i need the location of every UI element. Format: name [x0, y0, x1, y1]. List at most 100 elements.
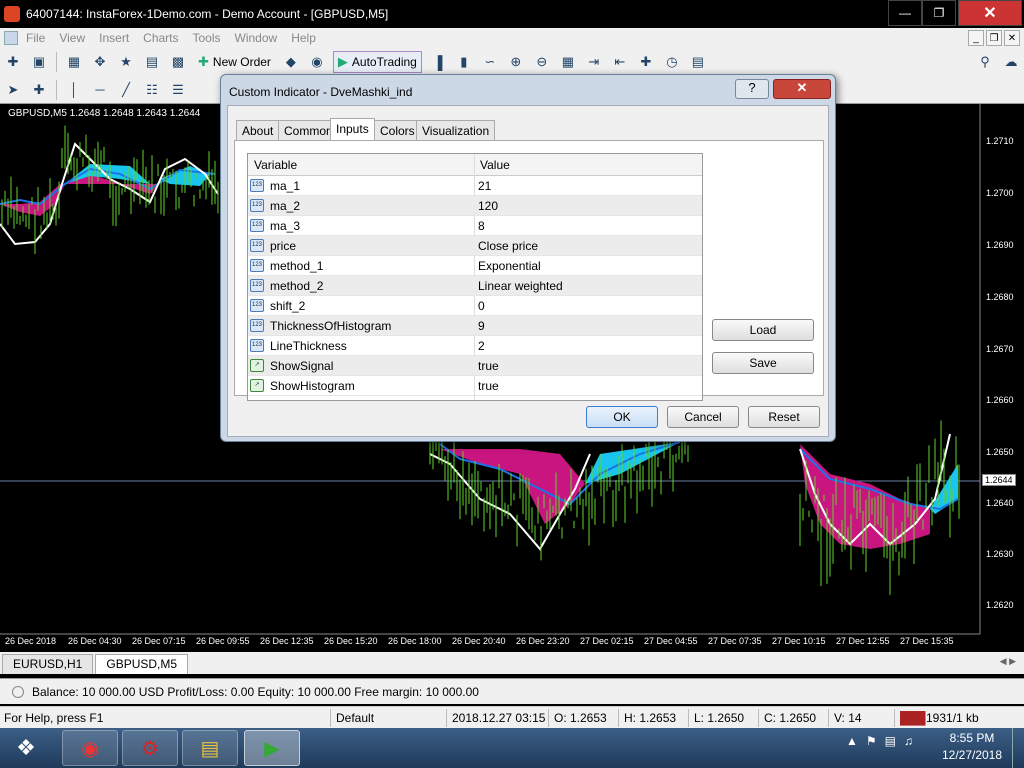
minimize-button[interactable]: — — [888, 0, 922, 26]
menu-tools[interactable]: Tools — [193, 31, 221, 45]
param-value[interactable]: 9 — [478, 319, 485, 333]
metaeditor-icon[interactable]: ◆ — [281, 52, 301, 72]
param-row[interactable]: 123 price Close price — [248, 236, 702, 256]
param-value[interactable]: true — [478, 359, 499, 373]
templates-icon[interactable]: ▤ — [688, 52, 708, 72]
chart-tab-gbpusd[interactable]: GBPUSD,M5 — [95, 654, 189, 674]
connection-icon[interactable]: ███ — [900, 711, 926, 725]
volume-icon[interactable]: ♫ — [904, 734, 913, 748]
doc-close-button[interactable]: ✕ — [1004, 30, 1020, 46]
market-watch-icon[interactable]: ▦ — [64, 52, 84, 72]
zoom-in-icon[interactable]: ⊕ — [506, 52, 526, 72]
numeric-param-icon: 123 — [250, 219, 264, 232]
chat-icon[interactable]: ☁ — [1001, 52, 1021, 72]
param-row[interactable]: ↗ ShowSignal true — [248, 356, 702, 376]
horizontal-line-icon[interactable]: ─ — [90, 80, 110, 100]
param-row[interactable]: 123 LineThickness 2 — [248, 336, 702, 356]
data-window-icon[interactable]: ✥ — [90, 52, 110, 72]
tab-inputs[interactable]: Inputs — [330, 118, 375, 141]
tab-about[interactable]: About — [236, 120, 280, 140]
dialog-help-button[interactable]: ? — [735, 79, 769, 99]
metatrader-taskbar-button[interactable]: ⚙ — [122, 730, 178, 766]
chrome-taskbar-button[interactable]: ◉ — [62, 730, 118, 766]
param-row[interactable]: 123 ma_3 8 — [248, 216, 702, 236]
param-row[interactable]: 123 ma_1 21 — [248, 176, 702, 196]
indicators-icon[interactable]: ✚ — [636, 52, 656, 72]
maximize-button[interactable]: ❐ — [922, 0, 956, 26]
autoscroll-icon[interactable]: ⇥ — [584, 52, 604, 72]
menu-view[interactable]: View — [59, 31, 85, 45]
tray-arrow-icon[interactable]: ▲ — [846, 734, 858, 748]
doc-restore-button[interactable]: ❐ — [986, 30, 1002, 46]
param-value[interactable]: Linear weighted — [478, 279, 563, 293]
crosshair-icon[interactable]: ✚ — [29, 80, 49, 100]
channel-icon[interactable]: ☷ — [142, 80, 162, 100]
start-button[interactable]: ❖ — [4, 730, 48, 766]
menu-insert[interactable]: Insert — [99, 31, 129, 45]
candlestick-icon[interactable]: ▮ — [454, 52, 474, 72]
network-icon[interactable]: ▤ — [885, 734, 896, 748]
action-center-icon[interactable]: ⚑ — [866, 734, 877, 748]
signal-line — [0, 142, 219, 246]
search-icon[interactable]: ⚲ — [975, 52, 995, 72]
trendline-icon[interactable]: ╱ — [116, 80, 136, 100]
navigator-icon[interactable]: ★ — [116, 52, 136, 72]
periods-icon[interactable]: ◷ — [662, 52, 682, 72]
show-desktop-button[interactable] — [1012, 728, 1024, 768]
tab-visualization[interactable]: Visualization — [416, 120, 496, 140]
tile-windows-icon[interactable]: ▦ — [558, 52, 578, 72]
param-row[interactable]: 123 ThicknessOfHistogram 9 — [248, 316, 702, 336]
new-order-button[interactable]: ✚ New Order — [194, 51, 275, 73]
signals-icon[interactable]: ◉ — [307, 52, 327, 72]
value-column-header[interactable]: Value — [480, 158, 510, 172]
param-value[interactable]: 0 — [478, 299, 485, 313]
param-row[interactable]: 123 shift_2 0 — [248, 296, 702, 316]
vertical-line-icon[interactable]: │ — [64, 80, 84, 100]
cursor-icon[interactable]: ➤ — [3, 80, 23, 100]
param-row[interactable]: 123 method_2 Linear weighted — [248, 276, 702, 296]
fibonacci-icon[interactable]: ☰ — [168, 80, 188, 100]
bar-open: O: 1.2653 — [554, 711, 607, 725]
strategy-tester-icon[interactable]: ▩ — [168, 52, 188, 72]
tab-scroll-arrows-icon[interactable]: ◀ ▶ — [1000, 656, 1016, 667]
terminal-icon[interactable]: ▤ — [142, 52, 162, 72]
param-value[interactable]: true — [478, 379, 499, 393]
doc-minimize-button[interactable]: _ — [968, 30, 984, 46]
bar-chart-icon[interactable]: ▐ — [428, 52, 448, 72]
line-chart-icon[interactable]: ∽ — [480, 52, 500, 72]
param-value[interactable]: Close price — [478, 239, 538, 253]
param-value[interactable]: 21 — [478, 179, 491, 193]
menu-help[interactable]: Help — [291, 31, 316, 45]
param-row[interactable]: 123 ma_2 120 — [248, 196, 702, 216]
profiles-icon[interactable]: ▣ — [29, 52, 49, 72]
load-button[interactable]: Load — [712, 319, 814, 341]
chart-shift-icon[interactable]: ⇤ — [610, 52, 630, 72]
save-button[interactable]: Save — [712, 352, 814, 374]
variable-column-header[interactable]: Variable — [254, 158, 297, 172]
tray-clock[interactable]: 8:55 PM 12/27/2018 — [940, 730, 1004, 764]
chart-tabs: EURUSD,H1 GBPUSD,M5 ◀ ▶ — [0, 652, 1024, 674]
dialog-close-button[interactable]: ✕ — [773, 79, 831, 99]
param-value[interactable]: 8 — [478, 219, 485, 233]
close-terminal-icon[interactable] — [12, 685, 24, 698]
zoom-out-icon[interactable]: ⊖ — [532, 52, 552, 72]
new-chart-icon[interactable]: ✚ — [3, 52, 23, 72]
menu-charts[interactable]: Charts — [143, 31, 178, 45]
param-row[interactable]: 123 method_1 Exponential — [248, 256, 702, 276]
param-value[interactable]: 120 — [478, 199, 498, 213]
tab-colors[interactable]: Colors — [374, 120, 421, 140]
menu-file[interactable]: File — [26, 31, 45, 45]
ok-button[interactable]: OK — [586, 406, 658, 428]
close-button[interactable]: ✕ — [958, 0, 1022, 26]
explorer-taskbar-button[interactable]: ▤ — [182, 730, 238, 766]
reset-button[interactable]: Reset — [748, 406, 820, 428]
profile-name[interactable]: Default — [336, 711, 374, 725]
menu-window[interactable]: Window — [235, 31, 278, 45]
param-value[interactable]: 2 — [478, 339, 485, 353]
param-value[interactable]: Exponential — [478, 259, 541, 273]
autotrading-button[interactable]: ▶ AutoTrading — [332, 51, 422, 73]
cancel-button[interactable]: Cancel — [667, 406, 739, 428]
chart-tab-eurusd[interactable]: EURUSD,H1 — [2, 654, 94, 674]
param-row[interactable]: ↗ ShowHistogram true — [248, 376, 702, 396]
app-taskbar-button[interactable]: ▶ — [244, 730, 300, 766]
